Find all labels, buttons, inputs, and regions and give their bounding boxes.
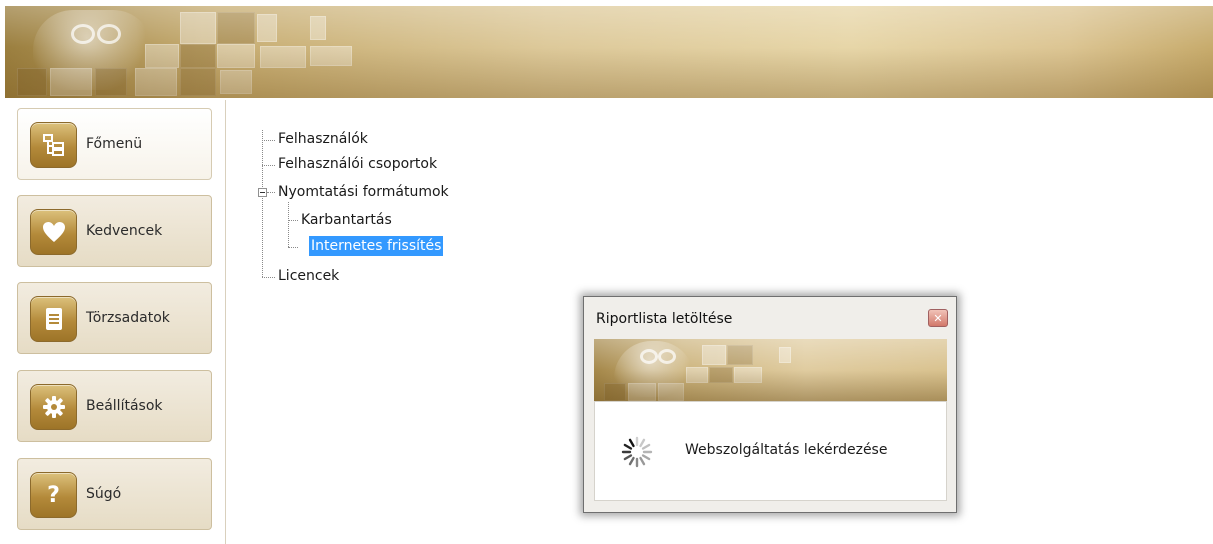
heart-icon <box>30 209 77 255</box>
sidebar-item-kedvencek[interactable]: Kedvencek <box>17 195 212 267</box>
dialog-title: Riportlista letöltése <box>596 311 733 327</box>
help-icon: ? <box>30 472 77 518</box>
app-header-banner <box>5 6 1213 98</box>
tree-item-felhasznalok[interactable]: Felhasználók <box>278 129 368 149</box>
tree-item-licencek[interactable]: Licencek <box>278 266 339 286</box>
collapse-toggle[interactable] <box>258 188 267 197</box>
sidebar-item-beallitasok[interactable]: Beállítások <box>17 370 212 442</box>
loading-spinner-icon <box>621 436 653 468</box>
sidebar-item-label: Kedvencek <box>86 223 163 239</box>
sidebar-item-label: Beállítások <box>86 398 163 414</box>
status-text: Webszolgáltatás lekérdezése <box>685 442 888 458</box>
close-icon: ✕ <box>933 311 943 325</box>
tree-item-internetes-frissites[interactable]: Internetes frissítés <box>309 236 444 256</box>
document-icon <box>30 296 77 342</box>
sidebar: Főmenü Kedvencek Törzsadatok Beállítások… <box>5 100 226 544</box>
close-button[interactable]: ✕ <box>928 309 948 327</box>
sidebar-item-label: Súgó <box>86 486 122 502</box>
dialog-body: Webszolgáltatás lekérdezése <box>594 401 947 501</box>
sidebar-item-fomenu[interactable]: Főmenü <box>17 108 212 180</box>
gear-icon <box>30 384 77 430</box>
sidebar-item-label: Törzsadatok <box>86 310 170 326</box>
tree-item-nyomtatasi-formatumok[interactable]: Nyomtatási formátumok <box>278 182 449 202</box>
sidebar-item-torzsadatok[interactable]: Törzsadatok <box>17 282 212 354</box>
sidebar-item-sugo[interactable]: ? Súgó <box>17 458 212 530</box>
dialog-banner <box>594 339 947 401</box>
sidebar-item-label: Főmenü <box>86 136 143 152</box>
tree-item-karbantartas[interactable]: Karbantartás <box>301 210 392 230</box>
tree-icon <box>30 122 77 168</box>
download-dialog: Riportlista letöltése ✕ Webszolgáltatás … <box>583 296 957 513</box>
tree-item-felhasznaloi-csoportok[interactable]: Felhasználói csoportok <box>278 154 437 174</box>
